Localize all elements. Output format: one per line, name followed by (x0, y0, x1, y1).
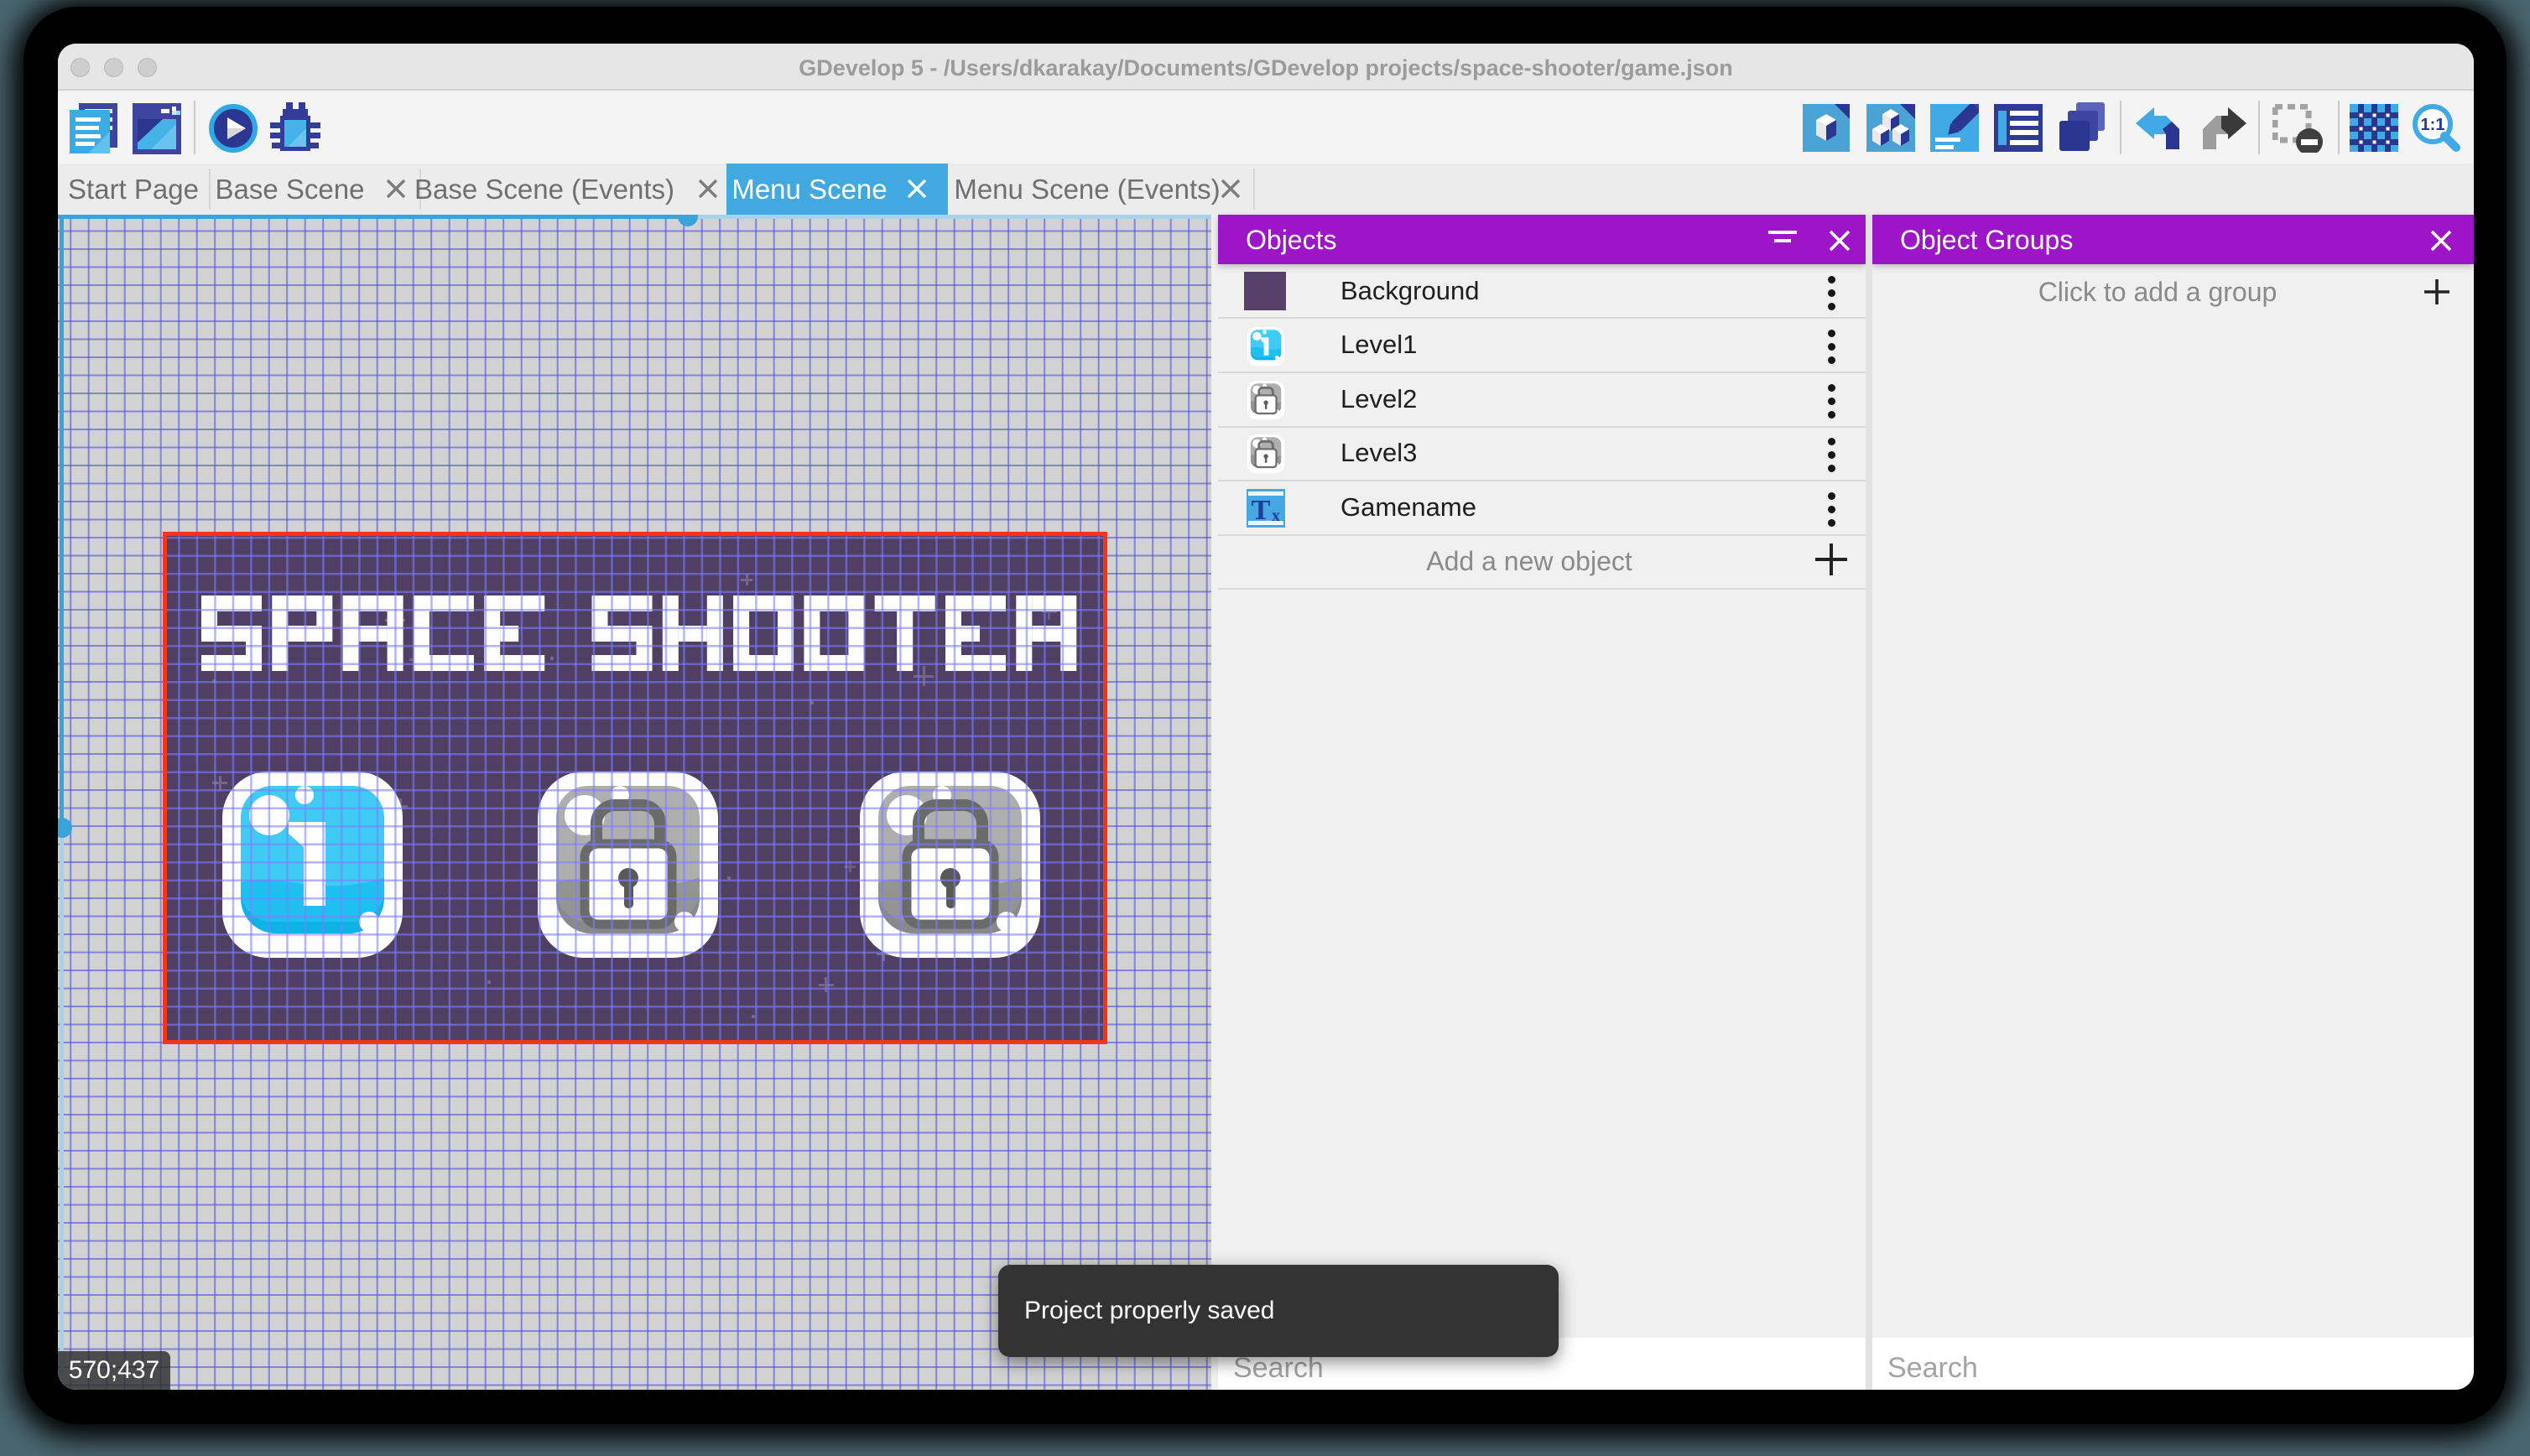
svg-text:x: x (1272, 507, 1280, 525)
svg-text:1:1: 1:1 (2421, 116, 2445, 134)
svg-text:T: T (1252, 495, 1271, 526)
